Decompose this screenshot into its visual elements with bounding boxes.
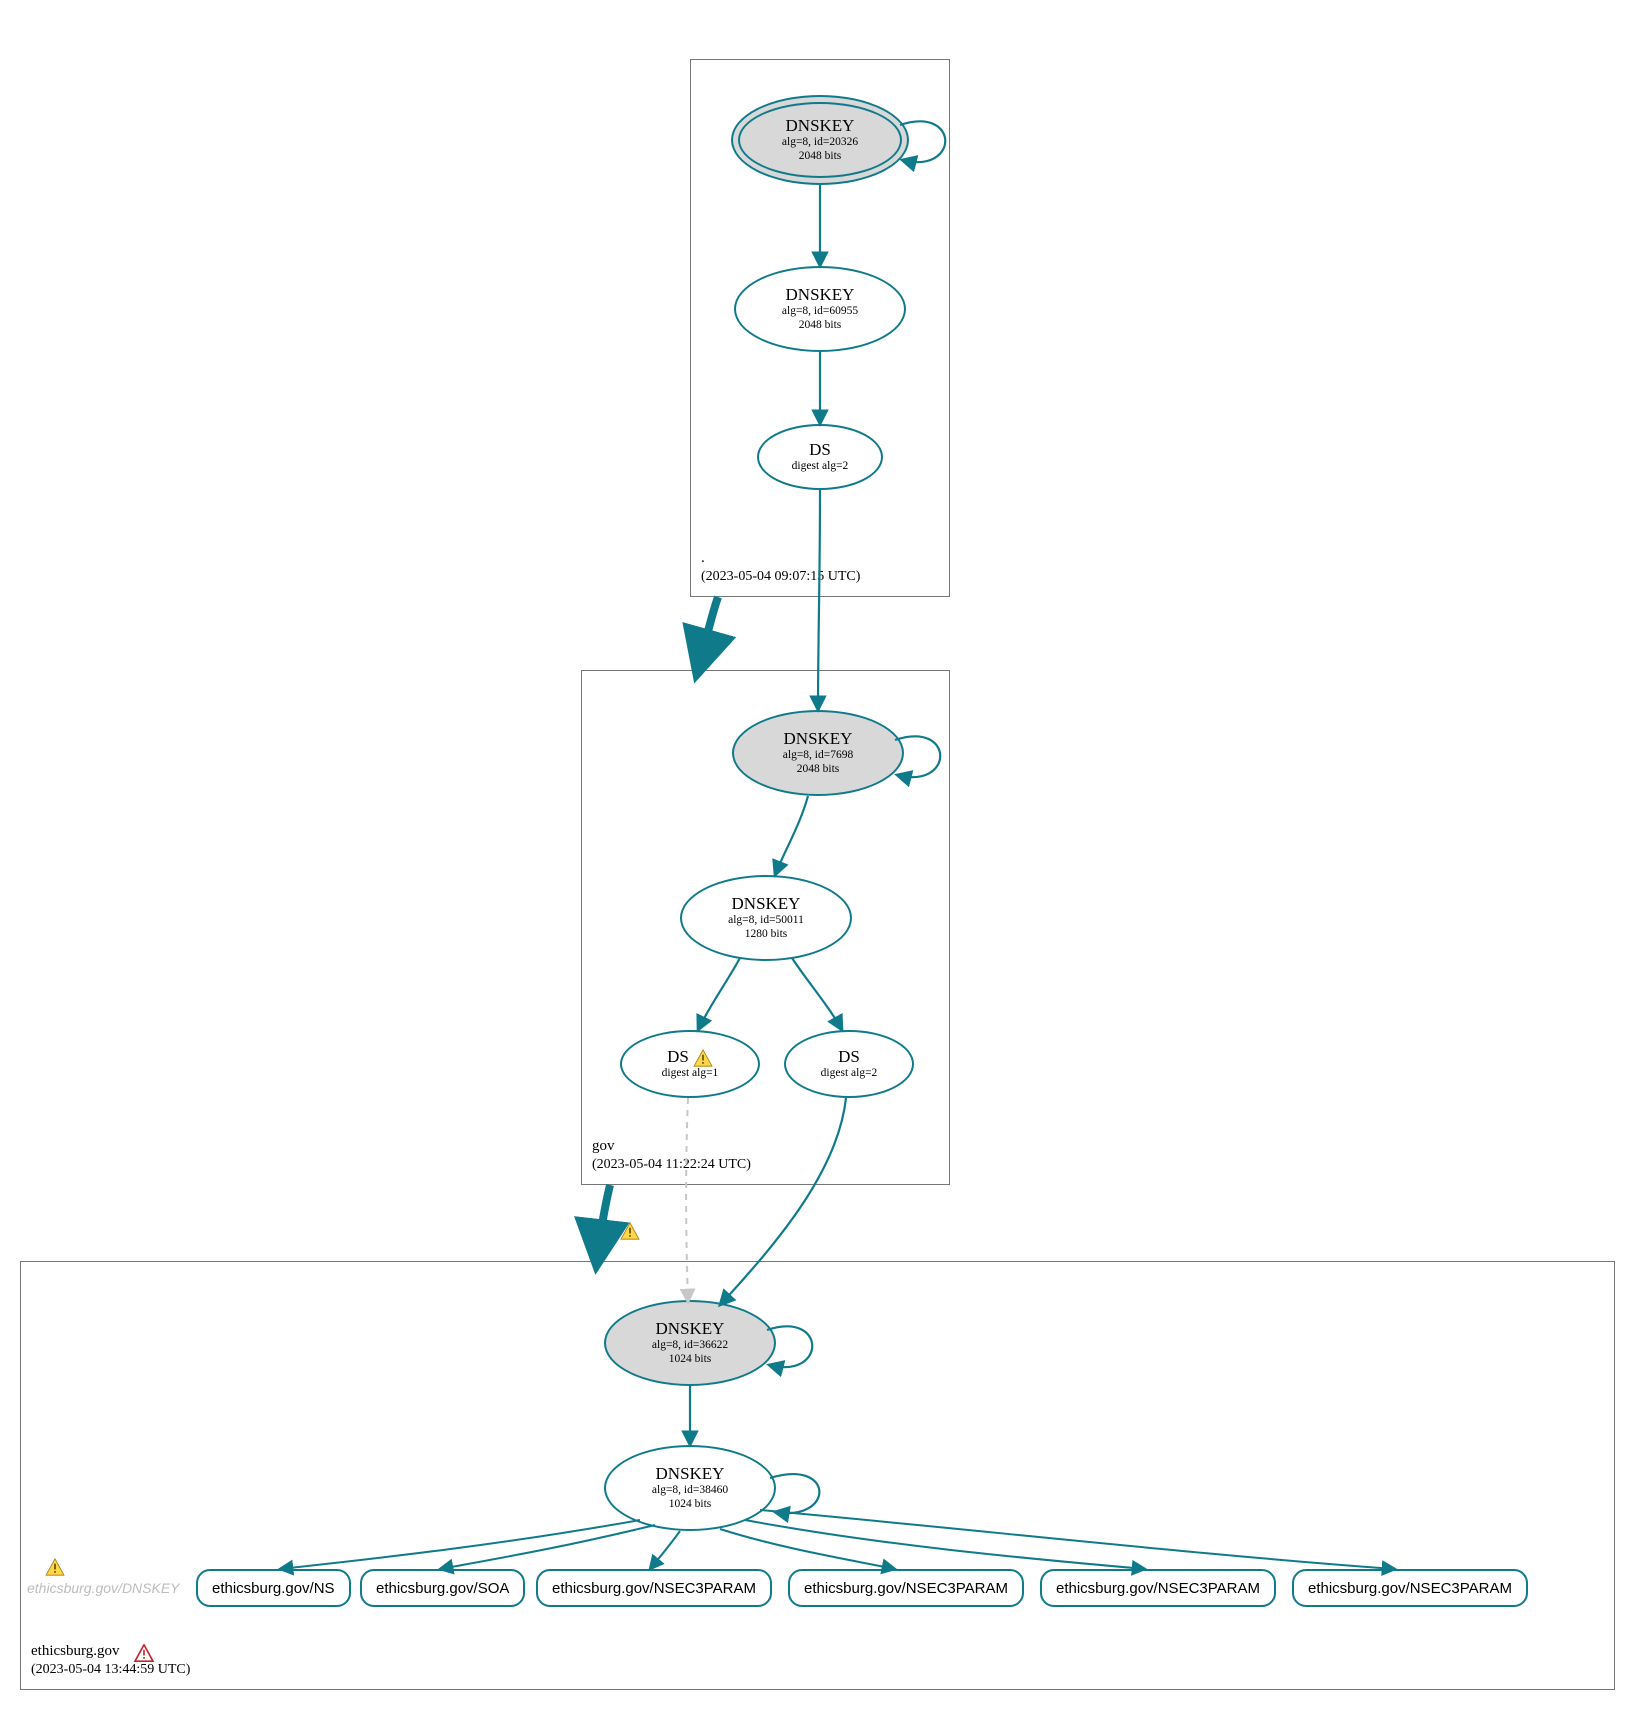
zone-domain-ts: (2023-05-04 13:44:59 UTC) bbox=[31, 1662, 190, 1677]
node-sub: digest alg=1 bbox=[662, 1067, 719, 1081]
node-title: DS bbox=[809, 440, 831, 460]
node-sub: alg=8, id=50011 bbox=[728, 914, 804, 928]
node-sub2: 1024 bits bbox=[669, 1353, 712, 1367]
zone-domain: ethicsburg.gov (2023-05-04 13:44:59 UTC) bbox=[20, 1261, 1615, 1690]
node-gov-ksk: DNSKEY alg=8, id=7698 2048 bits bbox=[732, 710, 904, 796]
node-title: DNSKEY bbox=[732, 894, 801, 914]
node-root-ksk: DNSKEY alg=8, id=20326 2048 bits bbox=[731, 95, 909, 185]
zone-root-name: . bbox=[701, 550, 705, 566]
node-title: DS bbox=[667, 1047, 689, 1066]
node-sub2: 2048 bits bbox=[797, 763, 840, 777]
zone-gov-ts: (2023-05-04 11:22:24 UTC) bbox=[592, 1157, 751, 1172]
node-root-zsk: DNSKEY alg=8, id=60955 2048 bits bbox=[734, 266, 906, 352]
record-ns: ethicsburg.gov/NS bbox=[196, 1569, 351, 1607]
node-sub: alg=8, id=60955 bbox=[782, 305, 858, 319]
record-nsec3param-1: ethicsburg.gov/NSEC3PARAM bbox=[536, 1569, 772, 1607]
node-sub: digest alg=2 bbox=[792, 460, 849, 474]
node-domain-ksk: DNSKEY alg=8, id=36622 1024 bits bbox=[604, 1300, 776, 1386]
node-sub2: 1280 bits bbox=[745, 928, 788, 942]
node-sub: digest alg=2 bbox=[821, 1067, 878, 1081]
warning-icon bbox=[45, 1558, 65, 1576]
node-domain-zsk: DNSKEY alg=8, id=38460 1024 bits bbox=[604, 1445, 776, 1531]
node-title: DNSKEY bbox=[656, 1464, 725, 1484]
node-sub: alg=8, id=7698 bbox=[783, 749, 853, 763]
node-title: DNSKEY bbox=[784, 729, 853, 749]
node-title: DNSKEY bbox=[656, 1319, 725, 1339]
zone-gov-name: gov bbox=[592, 1138, 615, 1154]
node-gov-zsk: DNSKEY alg=8, id=50011 1280 bits bbox=[680, 875, 852, 961]
node-sub2: 2048 bits bbox=[799, 319, 842, 333]
node-sub: alg=8, id=38460 bbox=[652, 1484, 728, 1498]
delegation-warning-icon bbox=[620, 1222, 640, 1240]
node-root-ds: DS digest alg=2 bbox=[757, 424, 883, 490]
missing-dnskey: ethicsburg.gov/DNSKEY bbox=[27, 1580, 180, 1596]
record-nsec3param-4: ethicsburg.gov/NSEC3PARAM bbox=[1292, 1569, 1528, 1607]
node-title: DNSKEY bbox=[786, 285, 855, 305]
zone-domain-name: ethicsburg.gov bbox=[31, 1643, 119, 1659]
record-soa: ethicsburg.gov/SOA bbox=[360, 1569, 525, 1607]
node-sub: alg=8, id=20326 bbox=[782, 136, 858, 150]
node-sub: alg=8, id=36622 bbox=[652, 1339, 728, 1353]
warning-icon bbox=[693, 1049, 713, 1067]
node-gov-ds2: DS digest alg=2 bbox=[784, 1030, 914, 1098]
node-gov-ds1: DS digest alg=1 bbox=[620, 1030, 760, 1098]
error-icon bbox=[134, 1644, 154, 1662]
record-nsec3param-2: ethicsburg.gov/NSEC3PARAM bbox=[788, 1569, 1024, 1607]
record-nsec3param-3: ethicsburg.gov/NSEC3PARAM bbox=[1040, 1569, 1276, 1607]
node-title: DNSKEY bbox=[786, 116, 855, 136]
zone-root-ts: (2023-05-04 09:07:15 UTC) bbox=[701, 569, 860, 584]
node-title: DS bbox=[838, 1047, 860, 1067]
node-sub2: 2048 bits bbox=[799, 150, 842, 164]
node-sub2: 1024 bits bbox=[669, 1498, 712, 1512]
